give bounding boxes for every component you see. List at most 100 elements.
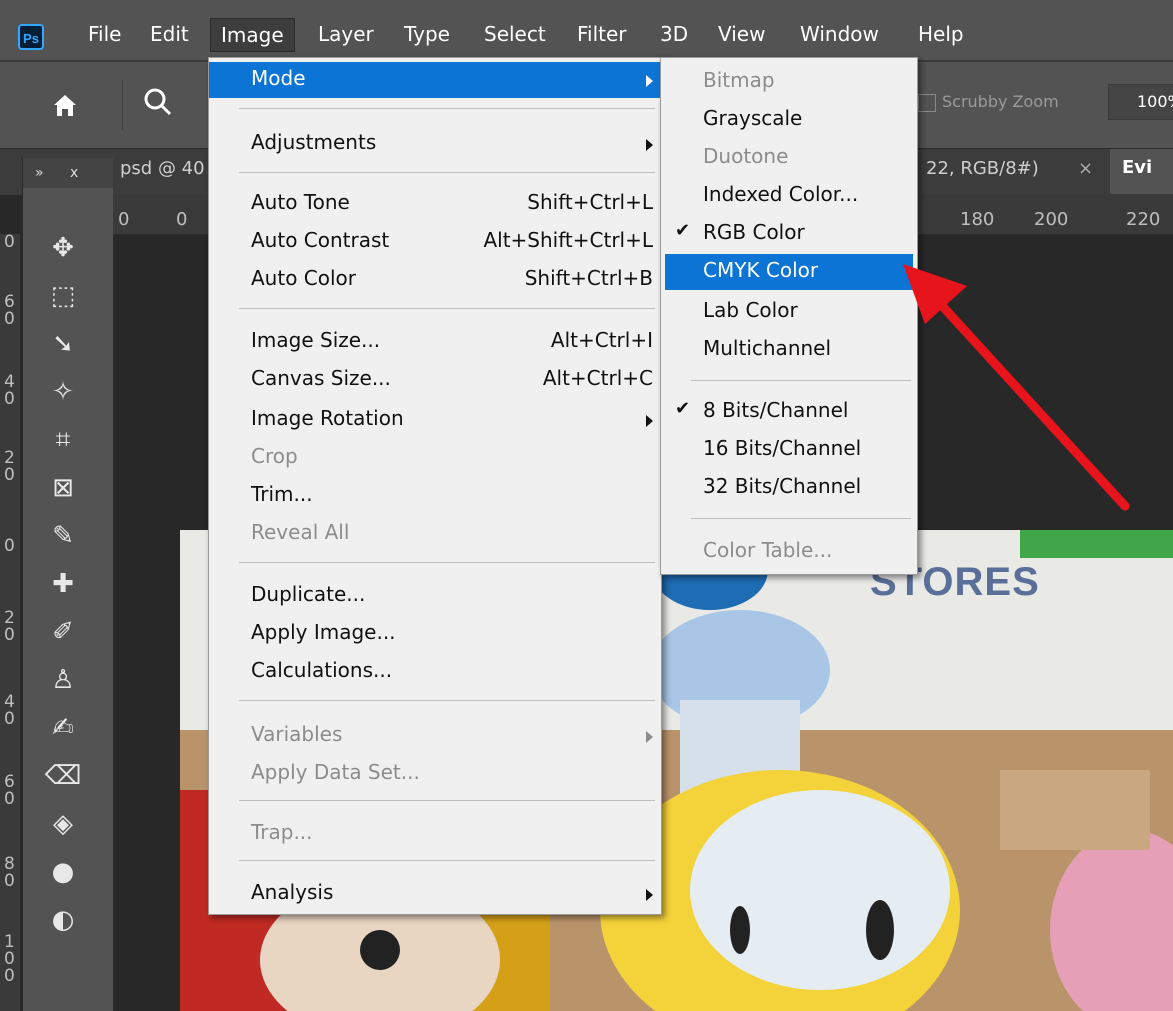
menu-select[interactable]: Select <box>484 22 546 46</box>
menu-type[interactable]: Type <box>404 22 450 46</box>
menu-item-label: Adjustments <box>251 130 377 154</box>
ruler-number: 220 <box>1126 209 1161 230</box>
mode-submenu: Bitmap Grayscale Duotone Indexed Color..… <box>660 57 918 575</box>
photoshop-logo: Ps <box>18 24 44 50</box>
eraser-tool-icon[interactable]: ⌫ <box>23 758 103 794</box>
brush-tool-icon[interactable]: ✐ <box>23 614 103 650</box>
eyedropper-tool-icon[interactable]: ✎ <box>23 518 103 554</box>
ruler-number: 0 <box>4 536 15 556</box>
menu-item-label: Apply Data Set... <box>251 760 420 784</box>
menu-filter[interactable]: Filter <box>577 22 627 46</box>
menu-item-trap: Trap... <box>209 816 661 852</box>
home-icon[interactable] <box>50 90 80 120</box>
lasso-tool-icon[interactable]: ➘ <box>23 326 103 362</box>
menu-separator <box>691 380 911 381</box>
menu-item-label: Analysis <box>251 880 334 904</box>
zoom-icon[interactable] <box>140 84 180 120</box>
menu-item-duotone: Duotone <box>661 140 917 176</box>
dodge-tool-icon[interactable]: ◐ <box>23 902 103 938</box>
menu-item-image-size[interactable]: Image Size... Alt+Ctrl+I <box>209 324 661 360</box>
shortcut-label: Alt+Ctrl+C <box>542 366 653 390</box>
menu-item-label: Duotone <box>703 144 789 168</box>
crop-tool-icon[interactable]: ⌗ <box>23 422 103 458</box>
tab-document-3[interactable]: Evi <box>1122 157 1152 178</box>
blur-tool-icon[interactable]: ● <box>23 854 103 890</box>
menu-item-label: 8 Bits/Channel <box>703 398 849 422</box>
vertical-ruler: 0 6 0 4 0 2 0 0 2 0 4 0 6 0 8 0 1 0 0 <box>0 234 20 1011</box>
menu-image[interactable]: Image <box>210 18 295 52</box>
menu-item-label: 16 Bits/Channel <box>703 436 862 460</box>
image-menu: Mode Adjustments Auto Tone Shift+Ctrl+L … <box>208 57 662 915</box>
zoom-level-field[interactable]: 100% <box>1108 84 1173 120</box>
checkmark-icon: ✔ <box>675 398 691 419</box>
menu-item-reveal-all: Reveal All <box>209 516 661 552</box>
tab-document-2[interactable]: 22, RGB/8#) <box>918 149 1047 195</box>
menu-3d[interactable]: 3D <box>660 22 688 46</box>
menu-item-label: Color Table... <box>703 538 833 562</box>
history-brush-tool-icon[interactable]: ✍ <box>23 710 103 746</box>
menu-item-grayscale[interactable]: Grayscale <box>661 102 917 138</box>
menu-item-rgb-color[interactable]: ✔ RGB Color <box>661 216 917 252</box>
menu-window[interactable]: Window <box>800 22 879 46</box>
menu-item-indexed-color[interactable]: Indexed Color... <box>661 178 917 214</box>
menu-item-16-bits[interactable]: 16 Bits/Channel <box>661 432 917 468</box>
options-divider <box>122 80 123 130</box>
menu-item-canvas-size[interactable]: Canvas Size... Alt+Ctrl+C <box>209 362 661 398</box>
magic-wand-tool-icon[interactable]: ✧ <box>23 374 103 410</box>
menu-separator <box>239 562 655 563</box>
submenu-arrow-icon <box>646 415 653 427</box>
menu-item-mode[interactable]: Mode <box>209 62 661 98</box>
tab-close-icon[interactable]: × <box>1070 149 1101 195</box>
marquee-tool-icon[interactable]: ⬚ <box>23 278 103 314</box>
paint-bucket-tool-icon[interactable]: ◈ <box>23 806 103 842</box>
ruler-number: 180 <box>960 209 995 230</box>
menu-item-label: Multichannel <box>703 336 832 360</box>
ruler-number: 2 0 <box>4 608 15 645</box>
healing-brush-tool-icon[interactable]: ✚ <box>23 566 103 602</box>
menu-item-label: Auto Color <box>251 266 357 290</box>
menu-item-auto-contrast[interactable]: Auto Contrast Alt+Shift+Ctrl+L <box>209 224 661 260</box>
menu-item-analysis[interactable]: Analysis <box>209 876 661 912</box>
scrubby-zoom-checkbox[interactable] <box>918 94 936 112</box>
tab-document-1[interactable]: psd @ 40 <box>112 149 213 195</box>
menu-separator <box>239 308 655 309</box>
frame-tool-icon[interactable]: ⊠ <box>23 470 103 506</box>
menu-item-lab-color[interactable]: Lab Color <box>661 294 917 330</box>
menu-item-label: RGB Color <box>703 220 805 244</box>
menu-item-label: Reveal All <box>251 520 350 544</box>
menu-item-label: Indexed Color... <box>703 182 859 206</box>
move-tool-icon[interactable]: ✥ <box>23 230 103 266</box>
menu-layer[interactable]: Layer <box>318 22 374 46</box>
menu-item-label: Auto Tone <box>251 190 350 214</box>
tools-panel-header: » x <box>23 158 113 188</box>
menu-item-cmyk-color[interactable]: CMYK Color <box>665 254 913 290</box>
menu-help[interactable]: Help <box>918 22 964 46</box>
menu-item-adjustments[interactable]: Adjustments <box>209 126 661 162</box>
annotation-arrow <box>903 264 1130 511</box>
close-panel-icon[interactable]: x <box>70 165 78 181</box>
menu-item-image-rotation[interactable]: Image Rotation <box>209 402 661 438</box>
menu-item-label: Trap... <box>251 820 313 844</box>
shortcut-label: Shift+Ctrl+B <box>524 266 653 290</box>
ruler-number: 1 0 0 <box>4 932 15 986</box>
menu-item-trim[interactable]: Trim... <box>209 478 661 514</box>
ruler-number: 0 <box>176 209 188 230</box>
menu-item-32-bits[interactable]: 32 Bits/Channel <box>661 470 917 506</box>
menu-item-label: Duplicate... <box>251 582 366 606</box>
menu-item-auto-color[interactable]: Auto Color Shift+Ctrl+B <box>209 262 661 298</box>
menu-item-multichannel[interactable]: Multichannel <box>661 332 917 368</box>
menu-separator <box>239 860 655 861</box>
menu-item-apply-data-set: Apply Data Set... <box>209 756 661 792</box>
expand-panel-icon[interactable]: » <box>35 165 44 181</box>
tab-document-3-bg: Evi <box>1110 149 1173 195</box>
menu-item-calculations[interactable]: Calculations... <box>209 654 661 690</box>
submenu-arrow-icon <box>646 731 653 743</box>
menu-item-duplicate[interactable]: Duplicate... <box>209 578 661 614</box>
menu-view[interactable]: View <box>718 22 765 46</box>
menu-item-apply-image[interactable]: Apply Image... <box>209 616 661 652</box>
menu-file[interactable]: File <box>88 22 121 46</box>
menu-item-8-bits[interactable]: ✔ 8 Bits/Channel <box>661 394 917 430</box>
menu-edit[interactable]: Edit <box>150 22 189 46</box>
menu-item-auto-tone[interactable]: Auto Tone Shift+Ctrl+L <box>209 186 661 222</box>
stamp-tool-icon[interactable]: ♙ <box>23 662 103 698</box>
